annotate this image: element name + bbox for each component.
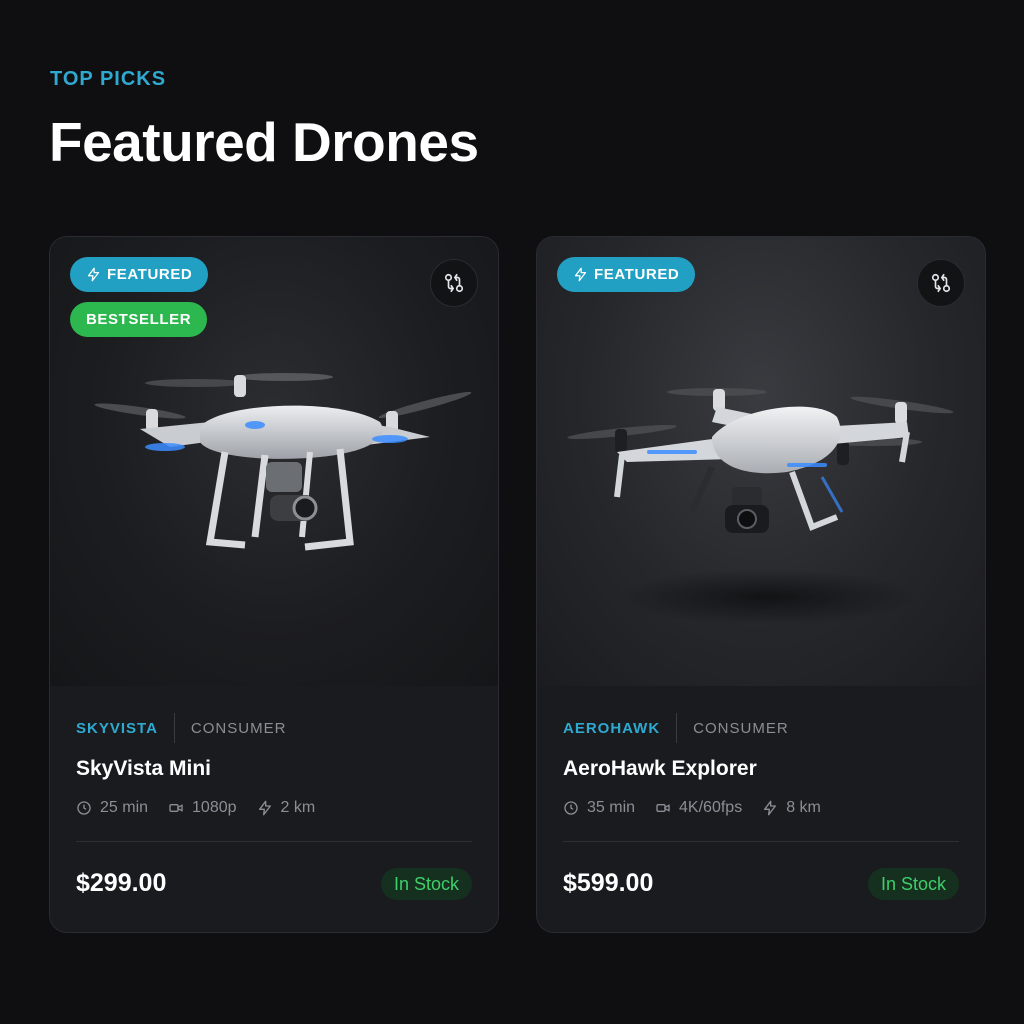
featured-badge-label: FEATURED [594,266,680,283]
product-image-area: FEATURED BESTSELLER [50,237,498,686]
spec-list: 35 min 4K/60fps 8 km [563,799,821,817]
product-card-skyvista-mini[interactable]: FEATURED BESTSELLER SKYVISTA CONSUMER Sk… [49,236,499,933]
product-name[interactable]: AeroHawk Explorer [563,757,757,781]
video-camera-icon [656,804,670,812]
product-price: $599.00 [563,869,654,897]
spec-range: 2 km [257,799,316,817]
clock-icon [77,801,91,815]
featured-badge: FEATURED [557,257,696,292]
spec-video: 4K/60fps [655,799,742,817]
spec-value: 25 min [100,799,149,816]
divider [76,841,472,842]
spec-value: 4K/60fps [679,799,743,816]
product-image-area: FEATURED [537,237,985,686]
product-price: $299.00 [76,869,167,897]
meta-divider [173,713,175,743]
compare-button[interactable] [917,259,965,307]
spec-flight-time: 35 min [563,799,635,817]
lightning-icon [87,267,100,282]
lightning-icon [258,800,271,816]
spec-flight-time: 25 min [76,799,148,817]
compare-button[interactable] [430,259,478,307]
spec-value: 8 km [786,799,821,816]
brand-label[interactable]: SKYVISTA [76,720,158,737]
category-label: CONSUMER [693,719,789,737]
bestseller-badge: BESTSELLER [70,302,208,337]
spec-video: 1080p [168,799,237,817]
lightning-icon [574,267,587,282]
featured-badge-label: FEATURED [107,266,193,283]
clock-icon [564,801,578,815]
featured-badge: FEATURED [70,257,209,292]
spec-value: 2 km [280,799,316,816]
divider [563,841,959,842]
stock-status-badge: In Stock [867,868,959,900]
video-camera-icon [169,804,183,812]
page-title: Featured Drones [49,111,479,173]
spec-list: 25 min 1080p 2 km [76,799,315,817]
product-card-aerohawk-explorer[interactable]: FEATURED AEROHAWK CONSUMER AeroHawk Expl… [536,236,986,933]
category-label: CONSUMER [190,719,287,737]
compare-arrows-icon [444,273,464,293]
spec-range: 8 km [762,799,821,817]
product-details: SKYVISTA CONSUMER SkyVista Mini 25 min 1… [50,686,498,932]
spec-value: 35 min [587,799,636,816]
bestseller-badge-label: BESTSELLER [86,311,192,328]
product-meta: SKYVISTA CONSUMER [76,713,286,743]
spec-value: 1080p [192,799,237,816]
drone-image [567,388,954,625]
meta-divider [676,713,678,743]
product-meta: AEROHAWK CONSUMER [563,713,789,743]
compare-arrows-icon [931,273,951,293]
section-eyebrow: TOP PICKS [50,68,167,90]
lightning-icon [764,800,777,816]
stock-status-badge: In Stock [380,868,472,900]
product-details: AEROHAWK CONSUMER AeroHawk Explorer 35 m… [537,686,985,932]
product-name[interactable]: SkyVista Mini [76,757,211,781]
brand-label[interactable]: AEROHAWK [563,720,660,737]
